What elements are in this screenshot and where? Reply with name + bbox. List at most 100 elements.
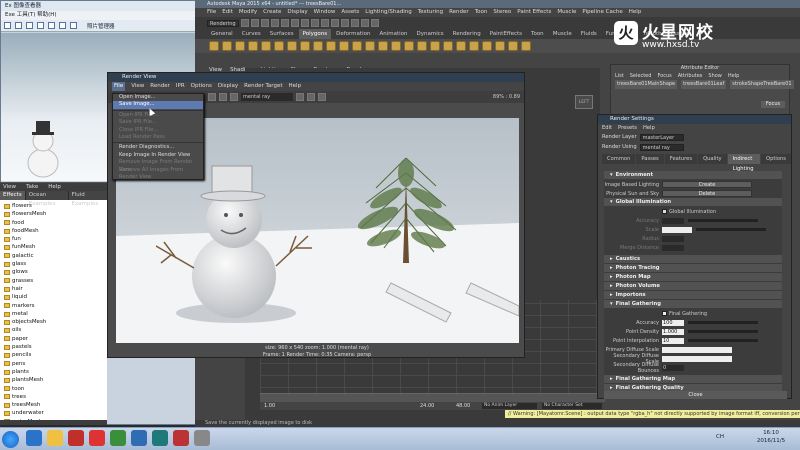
- render-settings-close-button[interactable]: Close: [604, 391, 787, 399]
- gi-scale-swatch[interactable]: [662, 226, 692, 233]
- poly-cylinder-icon[interactable]: [235, 41, 245, 51]
- fg-accuracy-slider[interactable]: [688, 321, 758, 324]
- visor-folder-item[interactable]: objectsMesh: [4, 318, 103, 326]
- visor-folder-item[interactable]: paper: [4, 335, 103, 343]
- fg-primary-swatch[interactable]: [662, 346, 732, 353]
- attribute-editor-menu-item[interactable]: Show: [708, 72, 722, 80]
- render-settings-tab[interactable]: Indirect Lighting: [727, 154, 760, 172]
- section-photon-map[interactable]: Photon Map: [604, 273, 782, 281]
- section-environment[interactable]: Environment: [604, 171, 782, 179]
- ie-icon[interactable]: [26, 430, 42, 446]
- render-settings-tab[interactable]: Common: [602, 154, 636, 164]
- poly-cone-icon[interactable]: [248, 41, 258, 51]
- section-fg-map[interactable]: Final Gathering Map: [604, 375, 782, 383]
- opera-icon[interactable]: [89, 430, 105, 446]
- poly-torus-icon[interactable]: [274, 41, 284, 51]
- attribute-editor-menu-item[interactable]: Attributes: [678, 72, 703, 80]
- gi-radius-field[interactable]: [662, 235, 684, 242]
- shelf-tab[interactable]: Rendering: [449, 29, 485, 39]
- shelf-tab[interactable]: Deformation: [332, 29, 374, 39]
- chrome-icon[interactable]: [110, 430, 126, 446]
- poly-plane-icon[interactable]: [261, 41, 271, 51]
- zoom-in-icon[interactable]: [48, 22, 55, 29]
- save-scene-icon[interactable]: [261, 19, 269, 27]
- offset-edge-loop-icon[interactable]: [495, 41, 505, 51]
- redo-icon[interactable]: [281, 19, 289, 27]
- poly-helix-icon[interactable]: [326, 41, 336, 51]
- visor-folder-item[interactable]: plants: [4, 368, 103, 376]
- tab-effects[interactable]: Effects: [0, 191, 25, 200]
- insert-edge-loop-icon[interactable]: [482, 41, 492, 51]
- visor-folder-item[interactable]: markers: [4, 302, 103, 310]
- maya-menu-item[interactable]: Display: [287, 8, 307, 17]
- node-tab-stroke-shape[interactable]: strokeShapeTreeBare01: [730, 80, 794, 89]
- section-importons[interactable]: Importons: [604, 291, 782, 299]
- menu-set-dropdown[interactable]: Rendering: [207, 19, 239, 27]
- render-settings-menu-item[interactable]: Edit: [602, 124, 612, 132]
- poly-prism-icon[interactable]: [287, 41, 297, 51]
- gi-checkbox[interactable]: [662, 209, 667, 214]
- shelf-tab[interactable]: PaintEffects: [486, 29, 526, 39]
- shelf-tab[interactable]: Curves: [238, 29, 265, 39]
- render-view-menu-item[interactable]: IPR: [176, 82, 185, 91]
- smooth-icon[interactable]: [391, 41, 401, 51]
- section-final-gathering[interactable]: Final Gathering: [604, 300, 782, 308]
- anim-layer-dropdown[interactable]: No Anim Layer: [482, 403, 537, 409]
- maya-menu-item[interactable]: Modify: [239, 8, 257, 17]
- maya-menu-item[interactable]: Create: [263, 8, 281, 17]
- visor-folder-item[interactable]: funMesh: [4, 243, 103, 251]
- render-view-menu-item[interactable]: Options: [191, 82, 212, 91]
- section-photon-tracing[interactable]: Photon Tracing: [604, 264, 782, 272]
- fg-interp-field[interactable]: 10: [662, 337, 684, 344]
- one-to-one-icon[interactable]: [318, 93, 326, 101]
- file-menu-item[interactable]: Save Image...: [113, 101, 203, 109]
- visor-menu-take[interactable]: Take: [26, 183, 38, 191]
- file-menu-item[interactable]: Open Image...: [113, 94, 203, 101]
- print-icon[interactable]: [37, 22, 44, 29]
- word-icon[interactable]: [131, 430, 147, 446]
- node-tab-leaf[interactable]: treesBare01Leaf: [681, 80, 727, 89]
- snap-curve-icon[interactable]: [331, 19, 339, 27]
- render-view-menu-item[interactable]: Display: [218, 82, 238, 91]
- attribute-editor-menu-item[interactable]: List: [615, 72, 624, 80]
- visor-folder-item[interactable]: pens: [4, 360, 103, 368]
- node-tab-main-shape[interactable]: treesBare01MainShape: [615, 80, 678, 89]
- combine-icon[interactable]: [352, 41, 362, 51]
- sun-delete-button[interactable]: Delete: [662, 190, 752, 197]
- gi-merge-field[interactable]: [662, 244, 684, 251]
- render-settings-tab[interactable]: Passes: [636, 154, 664, 164]
- extrude-icon[interactable]: [430, 41, 440, 51]
- view-cube-icon[interactable]: LEFT: [575, 95, 593, 109]
- render-settings-tab[interactable]: Quality: [698, 154, 727, 164]
- visor-folder-item[interactable]: toon: [4, 385, 103, 393]
- pdf-icon[interactable]: [173, 430, 189, 446]
- render-view-menu-item[interactable]: Help: [289, 82, 302, 91]
- tab-ocean-examples[interactable]: Ocean Examples: [25, 191, 68, 207]
- file-menu-item[interactable]: Render Diagnostics...: [113, 144, 203, 151]
- bridge-icon[interactable]: [443, 41, 453, 51]
- focus-button[interactable]: Focus: [761, 101, 785, 108]
- undo-icon[interactable]: [271, 19, 279, 27]
- ibl-create-button[interactable]: Create: [662, 181, 752, 188]
- maya-menu-item[interactable]: Toon: [475, 8, 488, 17]
- render-using-dropdown[interactable]: mental ray: [639, 143, 684, 151]
- visor-folder-item[interactable]: pencils: [4, 351, 103, 359]
- poly-pipe-icon[interactable]: [313, 41, 323, 51]
- maya-menu-item[interactable]: Muscle: [557, 8, 576, 17]
- file-menu-item[interactable]: Keep Image In Render View: [113, 152, 203, 159]
- fg-density-field[interactable]: 1.000: [662, 328, 684, 335]
- snap-point-icon[interactable]: [341, 19, 349, 27]
- maya-menu-item[interactable]: Assets: [341, 8, 359, 17]
- maya-menu-item[interactable]: File: [207, 8, 216, 17]
- maya-taskbar-icon[interactable]: [152, 430, 168, 446]
- boolean-union-icon[interactable]: [404, 41, 414, 51]
- visor-folder-item[interactable]: flowersMesh: [4, 210, 103, 218]
- maya-menu-item[interactable]: Stereo: [493, 8, 511, 17]
- open-scene-icon[interactable]: [251, 19, 259, 27]
- renderer-dropdown[interactable]: mental ray: [241, 93, 293, 101]
- maya-menu-item[interactable]: Texturing: [418, 8, 443, 17]
- section-global-illumination[interactable]: Global Illumination: [604, 198, 782, 206]
- ipr-icon[interactable]: [219, 93, 227, 101]
- visor-folder-item[interactable]: underwater: [4, 409, 103, 417]
- render-settings-icon[interactable]: [371, 19, 379, 27]
